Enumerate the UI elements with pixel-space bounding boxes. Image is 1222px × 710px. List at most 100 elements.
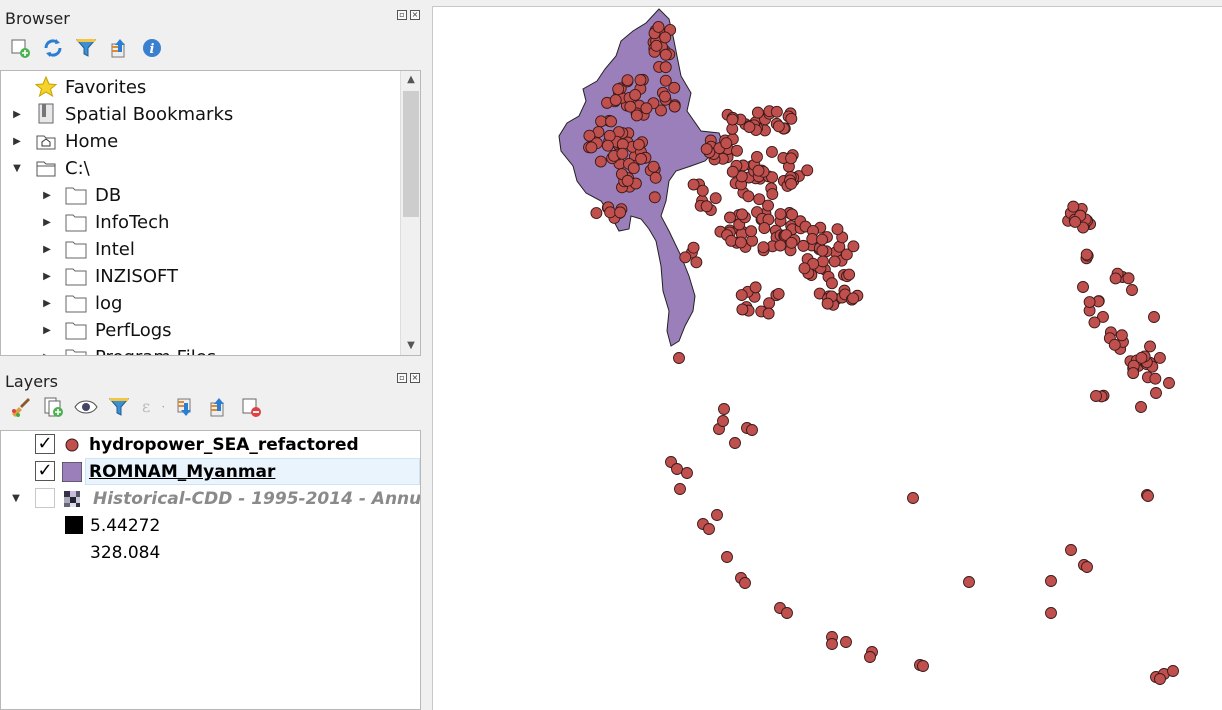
hydropower-point [594, 155, 607, 168]
layers-hscrollbar[interactable] [1, 703, 420, 709]
folder-icon [65, 238, 87, 260]
layers-toolbar: ε [8, 395, 263, 419]
browser-item[interactable]: ▶ Spatial Bookmarks [1, 101, 420, 128]
hydropower-point [746, 424, 758, 436]
home-folder-icon [35, 130, 57, 152]
hydropower-point [1122, 272, 1135, 285]
hydropower-point [605, 115, 618, 128]
expand-arrow-icon[interactable]: ▶ [42, 244, 52, 255]
hydropower-point [1154, 673, 1166, 685]
scroll-thumb[interactable] [403, 91, 419, 217]
browser-item[interactable]: Favorites [1, 74, 420, 101]
layer-visibility-checkbox[interactable]: ✓ [35, 461, 55, 481]
expand-arrow-icon[interactable]: ▶ [42, 325, 52, 336]
browser-item-label: PerfLogs [95, 320, 172, 341]
expand-arrow-icon[interactable]: ▶ [12, 109, 22, 120]
layer-item-historical-cdd[interactable]: ▼ Historical-CDD - 1995-2014 - Annual [1, 485, 420, 512]
hydropower-point [751, 150, 763, 163]
hydropower-point [601, 139, 614, 152]
map-canvas[interactable] [432, 6, 1222, 710]
browser-item[interactable]: ▶ PerfLogs [1, 317, 420, 344]
close-panel-button[interactable]: × [410, 373, 420, 383]
add-layer-icon[interactable] [8, 36, 32, 60]
browser-item[interactable]: ▶ DB [1, 182, 420, 209]
hydropower-point [609, 94, 622, 106]
browser-item[interactable]: ▶ Program Files [1, 344, 420, 355]
scroll-down-arrow[interactable]: ▼ [401, 337, 420, 355]
hydropower-point [1045, 575, 1057, 587]
hydropower-point [709, 192, 722, 205]
scroll-up-arrow[interactable]: ▲ [401, 71, 420, 89]
browser-item[interactable]: ▶ Home [1, 128, 420, 155]
browser-item[interactable]: ▶ INZISOFT [1, 263, 420, 290]
layer-name: hydropower_SEA_refactored [89, 435, 359, 455]
style-brush-icon[interactable] [8, 395, 32, 419]
hydropower-point [590, 207, 603, 220]
hydropower-point [826, 638, 838, 650]
collapse-arrow-icon[interactable]: ▼ [12, 163, 22, 174]
close-panel-button[interactable]: × [410, 10, 420, 20]
refresh-icon[interactable] [41, 36, 65, 60]
expand-arrow-icon[interactable]: ▶ [42, 271, 52, 282]
expand-all-icon[interactable] [173, 395, 197, 419]
myanmar-polygon[interactable] [558, 8, 724, 347]
hydropower-point [690, 256, 703, 269]
layer-name: ROMNAM_Myanmar [89, 462, 276, 482]
hydropower-point [786, 208, 799, 221]
browser-item[interactable]: ▶ Intel [1, 236, 420, 263]
float-panel-button[interactable]: ▫ [397, 373, 407, 383]
layer-visibility-checkbox[interactable]: ✓ [35, 434, 55, 454]
browser-item-label: Favorites [65, 77, 147, 98]
visibility-eye-icon[interactable] [74, 395, 98, 419]
expand-arrow-icon[interactable]: ▶ [42, 217, 52, 228]
layer-item-romnam[interactable]: ✓ ROMNAM_Myanmar [1, 458, 420, 485]
hydropower-point [659, 61, 672, 74]
expand-arrow-icon[interactable]: ▶ [42, 190, 52, 201]
float-panel-button[interactable]: ▫ [397, 10, 407, 20]
hydropower-point [1090, 390, 1102, 402]
browser-item[interactable]: ▶ InfoTech [1, 209, 420, 236]
browser-item-label: INZISOFT [95, 266, 179, 287]
folder-icon [65, 265, 87, 287]
layer-item-hydropower[interactable]: ✓ hydropower_SEA_refactored [1, 431, 420, 458]
hydropower-point [798, 262, 811, 275]
layer-visibility-checkbox[interactable] [35, 488, 55, 508]
collapse-all-icon[interactable] [206, 395, 230, 419]
expand-arrow-icon[interactable]: ▶ [12, 136, 22, 147]
hydropower-point [634, 74, 647, 86]
browser-item[interactable]: ▶ log [1, 290, 420, 317]
expand-arrow-icon[interactable]: ▶ [42, 352, 52, 355]
hydropower-point [700, 143, 713, 155]
filter-icon[interactable] [74, 36, 98, 60]
hydropower-point [1135, 401, 1147, 413]
filter-legend-icon[interactable] [107, 395, 131, 419]
hydropower-point [762, 307, 775, 320]
add-group-icon[interactable] [41, 395, 65, 419]
browser-item-label: Spatial Bookmarks [65, 104, 234, 125]
hydropower-point [735, 289, 748, 302]
map-svg[interactable] [433, 7, 1222, 710]
remove-layer-icon[interactable] [239, 395, 263, 419]
browser-scrollbar[interactable]: ▲ ▼ [400, 71, 420, 355]
collapse-arrow-icon[interactable]: ▼ [11, 493, 21, 504]
hydropower-point [1065, 544, 1077, 556]
browser-item[interactable]: ▼ C:\ [1, 155, 420, 182]
hydropower-point [785, 177, 798, 190]
legend-value: 328.084 [90, 543, 161, 563]
hydropower-point [679, 251, 692, 264]
hydropower-point [659, 90, 671, 103]
hydropower-point [847, 292, 860, 305]
hydropower-point [742, 190, 755, 203]
collapse-all-icon[interactable] [107, 36, 131, 60]
browser-panel-title: Browser [5, 9, 70, 28]
help-icon[interactable]: i [140, 36, 164, 60]
hydropower-point [717, 415, 729, 427]
expand-arrow-icon[interactable]: ▶ [42, 298, 52, 309]
hydropower-point [616, 147, 629, 160]
hydropower-point [917, 660, 929, 672]
hydropower-point [758, 222, 771, 235]
hydropower-point [821, 297, 834, 310]
hydropower-point [659, 48, 672, 61]
hydropower-point [745, 225, 758, 238]
browser-item-label: InfoTech [95, 212, 170, 233]
